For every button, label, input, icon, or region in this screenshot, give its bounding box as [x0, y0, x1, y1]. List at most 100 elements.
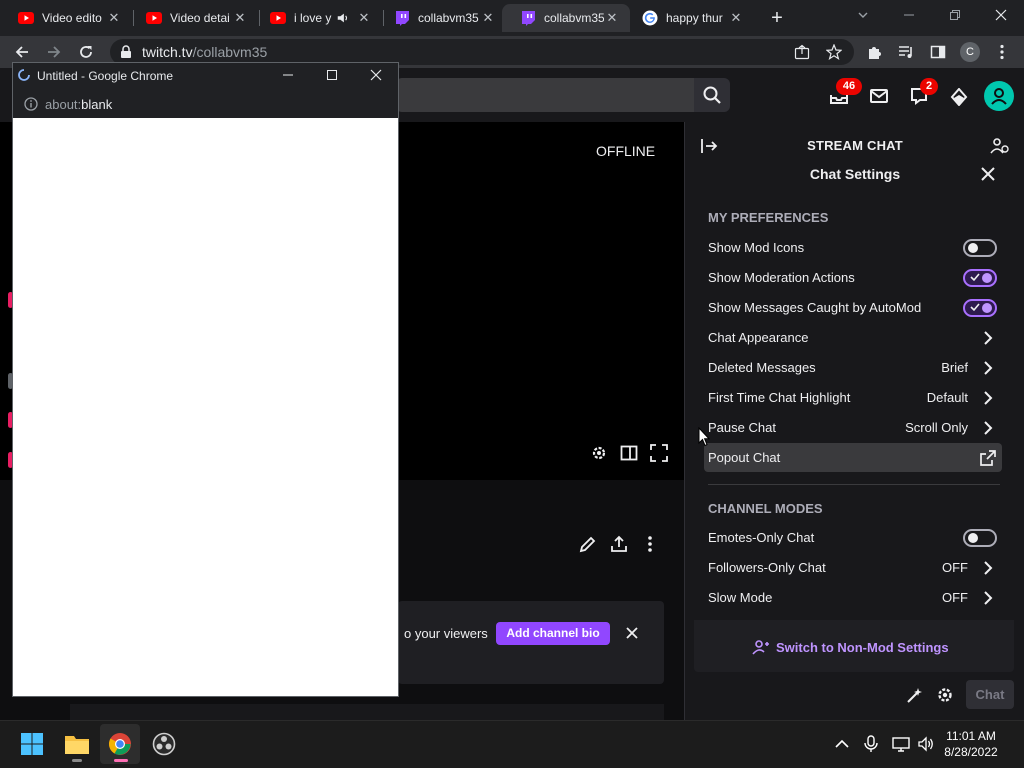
close-icon[interactable]: ✕	[604, 10, 620, 26]
microphone-icon[interactable]	[862, 735, 880, 753]
gear-icon[interactable]	[590, 444, 608, 462]
clock-time[interactable]: 11:01 AM	[940, 729, 1002, 743]
mode-slow-mode-label[interactable]: Slow Mode	[708, 590, 772, 605]
extensions-button[interactable]	[864, 42, 884, 62]
profile-avatar[interactable]: C	[960, 42, 980, 62]
minimize-button[interactable]	[886, 0, 932, 30]
puzzle-icon	[869, 47, 881, 59]
share-icon[interactable]	[609, 534, 629, 554]
network-icon[interactable]	[892, 735, 910, 753]
youtube-icon	[146, 12, 162, 24]
collapse-chat-icon[interactable]	[700, 137, 718, 155]
close-icon[interactable]: ✕	[728, 10, 744, 26]
emotes-only-toggle[interactable]	[963, 529, 997, 547]
user-avatar[interactable]	[984, 81, 1014, 111]
close-icon[interactable]	[624, 625, 640, 641]
switch-to-non-mod-settings-button[interactable]: Switch to Non-Mod Settings	[752, 638, 949, 656]
show-automod-toggle[interactable]	[963, 299, 997, 317]
chevron-right-icon[interactable]	[982, 591, 994, 605]
browser-tab[interactable]: Video edito ✕	[0, 4, 132, 32]
forward-button[interactable]	[44, 42, 64, 62]
wand-icon[interactable]	[906, 686, 924, 704]
side-panel-button[interactable]	[928, 42, 948, 62]
loading-spinner-icon	[18, 69, 30, 81]
external-link-icon[interactable]	[980, 450, 996, 466]
user-switch-icon	[752, 640, 769, 655]
browser-tab[interactable]: happy thur ✕	[624, 4, 754, 32]
pref-deleted-messages-value: Brief	[941, 360, 968, 375]
back-button[interactable]	[12, 42, 32, 62]
restore-button[interactable]	[932, 0, 978, 30]
tab-title: happy thur	[666, 11, 723, 25]
close-window-button[interactable]	[978, 0, 1024, 30]
pref-first-time-chat-value: Default	[926, 390, 968, 405]
popup-minimize-button[interactable]	[278, 66, 298, 84]
user-icon	[991, 88, 1007, 105]
share-icon[interactable]	[794, 44, 810, 60]
popup-window[interactable]: Untitled - Google Chrome about:blank	[12, 62, 399, 697]
close-icon[interactable]: ✕	[106, 10, 122, 26]
reload-button[interactable]	[76, 42, 96, 62]
clock-date[interactable]: 8/28/2022	[940, 745, 1002, 759]
chevron-right-icon[interactable]	[982, 331, 994, 345]
youtube-icon	[18, 12, 34, 24]
bits-button[interactable]	[948, 86, 970, 108]
new-tab-button[interactable]: +	[766, 8, 788, 28]
file-explorer-button[interactable]	[57, 724, 97, 764]
start-button[interactable]	[12, 724, 52, 764]
chevron-right-icon[interactable]	[982, 361, 994, 375]
chevron-down-icon	[858, 12, 868, 18]
browser-tab[interactable]: Video detai ✕	[128, 4, 258, 32]
arrow-right-icon	[48, 46, 61, 58]
browser-tab-active[interactable]: collabvm35 ✕	[502, 4, 630, 32]
pref-chat-appearance-label[interactable]: Chat Appearance	[708, 330, 808, 345]
close-icon[interactable]	[980, 166, 996, 182]
star-icon[interactable]	[826, 44, 842, 60]
chevron-right-icon[interactable]	[982, 421, 994, 435]
obs-taskbar-button[interactable]	[144, 724, 184, 764]
fullscreen-icon[interactable]	[650, 444, 668, 462]
theatre-mode-icon[interactable]	[620, 444, 638, 462]
switch-label: Switch to Non-Mod Settings	[776, 639, 949, 655]
gear-icon[interactable]	[936, 686, 954, 704]
chrome-taskbar-button[interactable]	[100, 724, 140, 764]
chrome-menu-button[interactable]	[992, 42, 1012, 62]
chat-send-button[interactable]: Chat	[966, 680, 1014, 709]
mail-button[interactable]	[868, 85, 890, 107]
pref-pause-chat-label[interactable]: Pause Chat	[708, 420, 776, 435]
info-icon[interactable]	[24, 97, 38, 111]
popup-maximize-button[interactable]	[322, 66, 342, 84]
add-channel-bio-button[interactable]: Add channel bio	[496, 622, 610, 645]
close-icon[interactable]: ✕	[480, 10, 496, 26]
search-button[interactable]	[694, 78, 730, 112]
search-input[interactable]	[396, 78, 694, 112]
pref-show-moderation-actions-label: Show Moderation Actions	[708, 270, 855, 285]
community-icon[interactable]	[990, 136, 1010, 156]
tab-title: i love y	[294, 11, 332, 25]
windows-logo-icon	[21, 733, 43, 755]
pencil-icon[interactable]	[578, 534, 598, 554]
close-icon[interactable]: ✕	[232, 10, 248, 26]
browser-tab[interactable]: i love y ✕	[252, 4, 382, 32]
reload-icon	[80, 46, 92, 58]
show-moderation-actions-toggle[interactable]	[963, 269, 997, 287]
mode-followers-only-label[interactable]: Followers-Only Chat	[708, 560, 826, 575]
offline-label: OFFLINE	[596, 143, 656, 159]
active-indicator	[114, 759, 128, 762]
pref-first-time-chat-label[interactable]: First Time Chat Highlight	[708, 390, 850, 405]
tab-search-button[interactable]	[840, 0, 886, 30]
volume-icon[interactable]	[917, 735, 935, 753]
chevron-right-icon[interactable]	[982, 391, 994, 405]
pref-deleted-messages-label[interactable]: Deleted Messages	[708, 360, 816, 375]
show-mod-icons-toggle[interactable]	[963, 239, 997, 257]
chevron-right-icon[interactable]	[982, 561, 994, 575]
more-vertical-icon[interactable]	[640, 534, 660, 554]
speaker-icon[interactable]	[336, 11, 350, 25]
close-icon[interactable]: ✕	[356, 10, 372, 26]
playlist-icon	[899, 46, 912, 58]
popup-close-button[interactable]	[366, 66, 386, 84]
search-icon	[703, 86, 721, 104]
media-control-button[interactable]	[896, 42, 916, 62]
chevron-up-icon[interactable]	[833, 735, 851, 753]
browser-tab[interactable]: collabvm35 ✕	[376, 4, 506, 32]
